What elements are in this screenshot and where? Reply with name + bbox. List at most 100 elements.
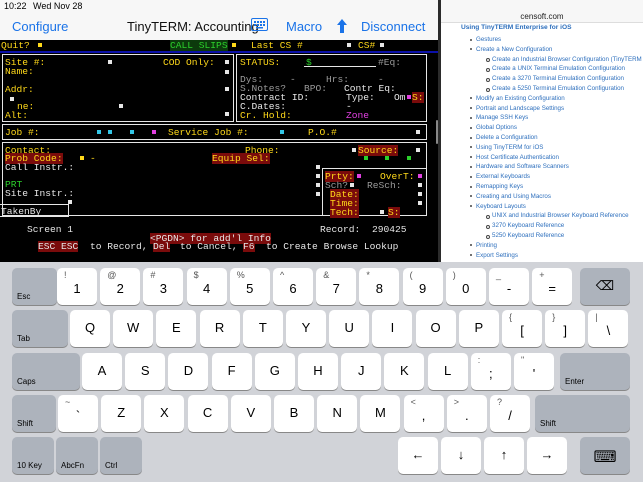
key-5B[interactable]: [{ — [502, 310, 542, 347]
key-7[interactable]: 7 & — [316, 268, 357, 305]
abcfn-key[interactable]: AbcFn — [56, 437, 98, 474]
help-heading[interactable]: Using TinyTERM Enterprise for iOS — [461, 24, 572, 31]
prty-field[interactable] — [357, 174, 361, 178]
key-E[interactable]: E — [156, 310, 197, 347]
key-9[interactable]: 9( — [402, 268, 443, 305]
help-link[interactable]: Global Options — [476, 124, 517, 131]
site-field[interactable] — [108, 60, 112, 64]
share-arrow-icon[interactable] — [336, 18, 348, 34]
job-field-2[interactable] — [108, 130, 112, 134]
om-field[interactable] — [407, 95, 411, 99]
shift-key[interactable]: Shift — [535, 395, 630, 432]
job-field-3[interactable] — [130, 130, 134, 134]
key-X[interactable]: X — [144, 395, 185, 432]
key-N[interactable]: N — [317, 395, 358, 432]
alt-field[interactable] — [225, 112, 229, 116]
help-link[interactable]: Keyboard Layouts — [476, 203, 526, 210]
site-instr-field[interactable] — [316, 183, 320, 187]
source-field[interactable] — [416, 148, 420, 152]
po-field[interactable] — [416, 130, 420, 134]
key-2[interactable]: 2 @ — [100, 268, 141, 305]
key-8[interactable]: 8 * — [359, 268, 400, 305]
call-instr-field[interactable] — [316, 165, 320, 169]
key-2C[interactable]: , < — [403, 395, 444, 432]
key-H[interactable]: H — [298, 353, 338, 390]
key-Q[interactable]: Q — [70, 310, 110, 347]
key-G[interactable]: G — [254, 353, 295, 390]
key-E28693[interactable]: ↓ — [441, 437, 481, 474]
help-link[interactable]: Create a New Configuration — [476, 46, 552, 53]
help-link[interactable]: Printing — [476, 242, 497, 249]
disconnect-button[interactable]: Disconnect — [361, 19, 425, 34]
cod-only-field[interactable] — [225, 60, 229, 64]
overt-field[interactable] — [418, 174, 422, 178]
10-key-key[interactable]: 10 Key — [12, 437, 54, 474]
help-link[interactable]: Creating and Using Macros — [476, 193, 551, 200]
date-field[interactable] — [418, 192, 422, 196]
quit-field[interactable] — [38, 43, 42, 47]
help-link[interactable]: Hardware and Software Scanners — [476, 163, 569, 170]
key-E28692[interactable]: → — [527, 437, 567, 474]
sch-field[interactable] — [350, 183, 354, 187]
key-I[interactable]: I — [372, 310, 413, 347]
key-2F[interactable]: /? — [490, 395, 530, 432]
macro-button[interactable]: Macro — [286, 19, 322, 34]
key-.[interactable]: . > — [446, 395, 487, 432]
key-D[interactable]: D — [168, 353, 209, 390]
addr-field[interactable] — [225, 87, 229, 91]
phone-field[interactable] — [119, 104, 123, 108]
key-R[interactable]: R — [199, 310, 240, 347]
tech-field[interactable] — [380, 210, 384, 214]
name-field[interactable] — [225, 70, 229, 74]
help-link[interactable]: External Keyboards — [476, 173, 530, 180]
key-5[interactable]: 5% — [229, 268, 270, 305]
help-link[interactable]: Delete a Configuration — [476, 134, 538, 141]
key--[interactable]: - _ — [489, 268, 529, 305]
help-link[interactable]: Create an Industrial Browser Configurati… — [492, 56, 642, 63]
equip-field-3[interactable] — [407, 156, 411, 160]
configure-button[interactable]: Configure — [12, 19, 68, 34]
key-Y[interactable]: Y — [286, 310, 326, 347]
key-60[interactable]: ` ~ — [58, 395, 98, 432]
key-S[interactable]: S — [125, 353, 166, 390]
key-3[interactable]: 3 # — [143, 268, 184, 305]
help-link[interactable]: Manage SSH Keys — [476, 114, 528, 121]
help-link[interactable]: Create a UNIX Terminal Emulation Configu… — [492, 65, 625, 72]
key-A[interactable]: A — [82, 353, 122, 390]
last-cs-field[interactable] — [347, 43, 351, 47]
cs-field[interactable] — [380, 43, 384, 47]
key-F[interactable]: F — [211, 353, 252, 390]
time-field[interactable] — [418, 201, 422, 205]
key-W[interactable]: W — [113, 310, 154, 347]
call-instr-field-2[interactable] — [316, 174, 320, 178]
help-link[interactable]: Portrait and Landscape Settings — [476, 105, 564, 112]
resch-field[interactable] — [418, 183, 422, 187]
help-link[interactable]: Using TinyTERM for iOS — [476, 144, 543, 151]
key-E28690[interactable]: ← — [398, 437, 438, 474]
help-link[interactable]: Modify an Existing Configuration — [476, 95, 565, 102]
addr2-field[interactable] — [10, 97, 14, 101]
phone-value[interactable] — [352, 148, 356, 152]
job-field-1[interactable] — [97, 130, 101, 134]
esc-key[interactable]: Esc — [12, 268, 57, 305]
help-url-bar[interactable]: censoft.com — [441, 0, 643, 23]
caps-key[interactable]: Caps — [12, 353, 80, 390]
shift-key[interactable]: Shift — [12, 395, 56, 432]
enter-key[interactable]: Enter — [560, 353, 630, 390]
help-link[interactable]: Create a 3270 Terminal Emulation Configu… — [492, 75, 624, 82]
key-4[interactable]: 4 $ — [186, 268, 227, 305]
key-T[interactable]: T — [242, 310, 283, 347]
key-5D[interactable]: ]} — [545, 310, 586, 347]
prob-code-field[interactable] — [80, 156, 84, 160]
help-link[interactable]: Gestures — [476, 36, 501, 43]
key-Z[interactable]: Z — [101, 395, 142, 432]
terminal-screen[interactable]: Quit? CALL SLIPS Last CS # CS# Site #: C… — [0, 40, 438, 262]
key-'[interactable]: ' " — [514, 353, 554, 390]
key-3B[interactable]: ;: — [470, 353, 511, 390]
help-link[interactable]: Create a 5250 Terminal Emulation Configu… — [492, 85, 624, 92]
equip-field-1[interactable] — [364, 156, 368, 160]
key-6[interactable]: 6 ^ — [273, 268, 313, 305]
site-instr-field-2[interactable] — [316, 192, 320, 196]
service-job-field[interactable] — [280, 130, 284, 134]
key-L[interactable]: L — [427, 353, 468, 390]
